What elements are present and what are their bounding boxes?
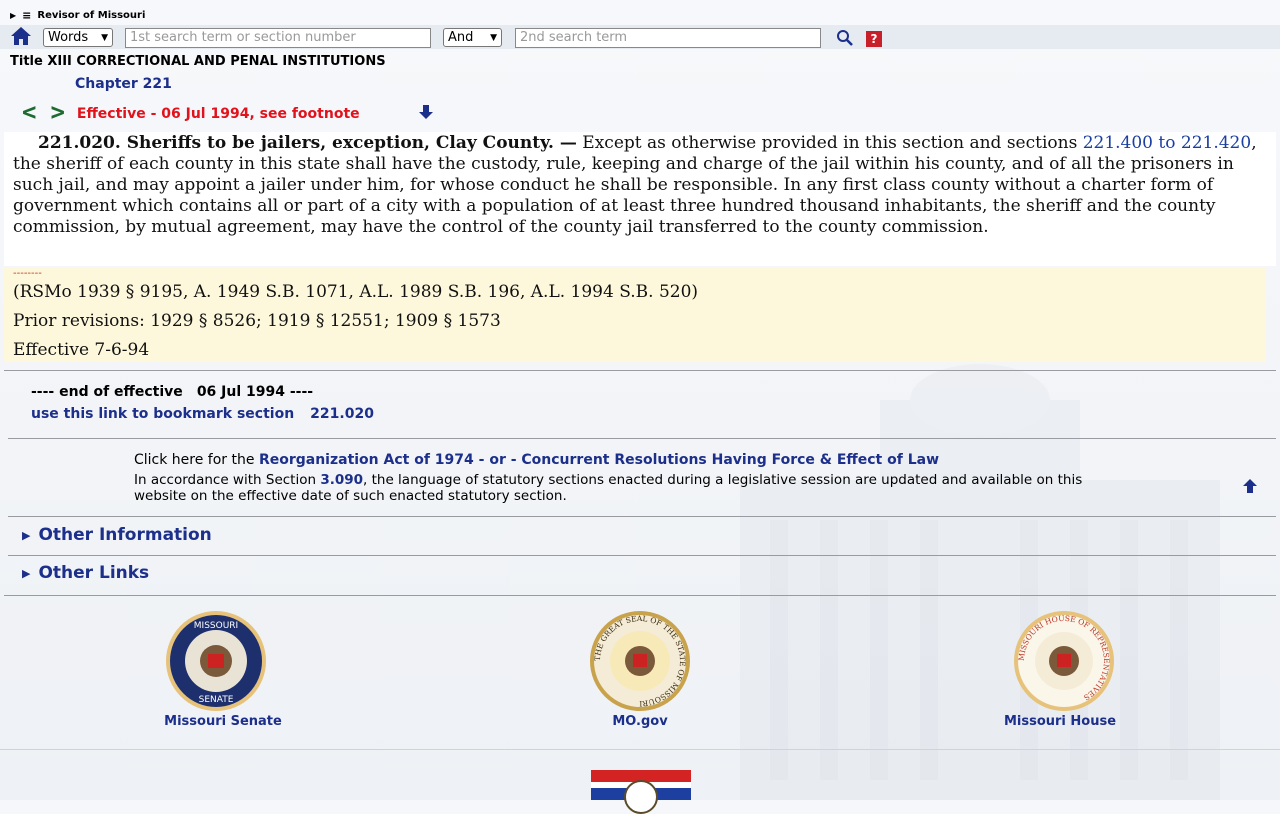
other-information-toggle[interactable]: ▶ Other Information bbox=[22, 525, 212, 545]
flag-seal-icon bbox=[624, 780, 658, 814]
previous-section-button[interactable]: < bbox=[22, 98, 36, 126]
chevron-down-icon: ▼ bbox=[101, 32, 108, 43]
divider bbox=[8, 555, 1276, 556]
other-information-label: Other Information bbox=[38, 525, 212, 545]
home-icon[interactable] bbox=[10, 26, 32, 46]
site-header: ▶ ≡ Revisor of Missouri bbox=[10, 9, 145, 22]
title-heading: Title XIII CORRECTIONAL AND PENAL INSTIT… bbox=[10, 54, 386, 69]
effective-date-policy: In accordance with Section 3.090, the la… bbox=[134, 472, 1134, 504]
reorg-prefix: Click here for the bbox=[134, 452, 259, 468]
divider bbox=[8, 438, 1276, 439]
section-heading: 221.020. Sheriffs to be jailers, excepti… bbox=[38, 133, 577, 153]
missouri-house-seal[interactable]: MISSOURI HOUSE OF REPRESENTATIVES bbox=[1013, 610, 1115, 712]
site-title: Revisor of Missouri bbox=[37, 10, 146, 21]
end-label: ---- end of effective bbox=[31, 384, 183, 400]
expand-triangle-icon: ▶ bbox=[22, 528, 31, 542]
chevron-down-icon: ▼ bbox=[490, 32, 497, 43]
divider bbox=[8, 516, 1276, 517]
bookmark-link[interactable]: use this link to bookmark section 221.020 bbox=[31, 406, 374, 422]
section-text: 221.020. Sheriffs to be jailers, excepti… bbox=[13, 133, 1271, 238]
notes-divider: -------- bbox=[13, 268, 42, 279]
section-nav: < > Effective - 06 Jul 1994, see footnot… bbox=[22, 98, 360, 126]
search-icon[interactable] bbox=[836, 29, 854, 47]
search-term-2-input[interactable]: 2nd search term bbox=[515, 28, 821, 48]
search-term-1-input[interactable]: 1st search term or section number bbox=[125, 28, 431, 48]
search-operator-select[interactable]: And ▼ bbox=[443, 28, 502, 47]
reorg-act-link[interactable]: Reorganization Act of 1974 - or - Concur… bbox=[259, 452, 939, 468]
capitol-watermark bbox=[740, 364, 1220, 800]
section-3090-link[interactable]: 3.090 bbox=[320, 472, 363, 488]
accord-prefix: In accordance with Section bbox=[134, 472, 321, 488]
search-bar: Words ▼ 1st search term or section numbe… bbox=[0, 25, 1280, 49]
reorganization-notice: Click here for the Reorganization Act of… bbox=[134, 452, 1134, 468]
great-seal-of-missouri[interactable]: THE GREAT SEAL OF THE STATE OF MISSOURI bbox=[589, 610, 691, 712]
search-mode-value: Words bbox=[48, 30, 89, 45]
bookmark-section-number: 221.020 bbox=[310, 406, 374, 422]
missouri-senate-seal[interactable]: MISSOURI SENATE bbox=[165, 610, 267, 712]
end-date: 06 Jul 1994 ---- bbox=[196, 384, 314, 400]
menu-icon[interactable]: ≡ bbox=[22, 9, 31, 22]
effective-note: Effective 7-6-94 bbox=[13, 340, 150, 360]
other-links-label: Other Links bbox=[38, 563, 150, 583]
arrow-up-icon[interactable] bbox=[1242, 478, 1258, 494]
section-range-link[interactable]: 221.400 to 221.420 bbox=[1083, 133, 1251, 153]
help-button[interactable]: ? bbox=[866, 31, 882, 47]
end-of-effective: ---- end of effective 06 Jul 1994 ---- bbox=[31, 384, 313, 400]
other-links-toggle[interactable]: ▶ Other Links bbox=[22, 563, 149, 583]
arrow-down-icon[interactable] bbox=[418, 104, 434, 120]
bookmark-label: use this link to bookmark section bbox=[31, 406, 295, 422]
chapter-link[interactable]: Chapter 221 bbox=[75, 76, 172, 92]
expand-triangle-icon: ▶ bbox=[22, 566, 31, 580]
mo-gov-link[interactable]: MO.gov bbox=[590, 714, 690, 729]
search-operator-value: And bbox=[448, 30, 474, 45]
missouri-house-link[interactable]: Missouri House bbox=[990, 714, 1130, 729]
divider bbox=[4, 595, 1276, 596]
next-section-button[interactable]: > bbox=[50, 98, 64, 126]
search-mode-select[interactable]: Words ▼ bbox=[43, 28, 113, 47]
missouri-senate-link[interactable]: Missouri Senate bbox=[150, 714, 296, 729]
divider bbox=[0, 749, 1280, 750]
senate-seal-bottom-text: SENATE bbox=[199, 695, 234, 705]
section-text-intro: Except as otherwise provided in this sec… bbox=[576, 133, 1083, 153]
senate-seal-top-text: MISSOURI bbox=[194, 621, 238, 631]
prior-revisions-note: Prior revisions: 1929 § 8526; 1919 § 125… bbox=[13, 311, 501, 331]
missouri-flag-image bbox=[591, 770, 691, 814]
history-note: (RSMo 1939 § 9195, A. 1949 S.B. 1071, A.… bbox=[13, 282, 699, 302]
effective-date-notice: Effective - 06 Jul 1994, see footnote bbox=[76, 106, 360, 122]
expand-triangle-icon[interactable]: ▶ bbox=[10, 11, 16, 20]
divider bbox=[4, 370, 1276, 371]
